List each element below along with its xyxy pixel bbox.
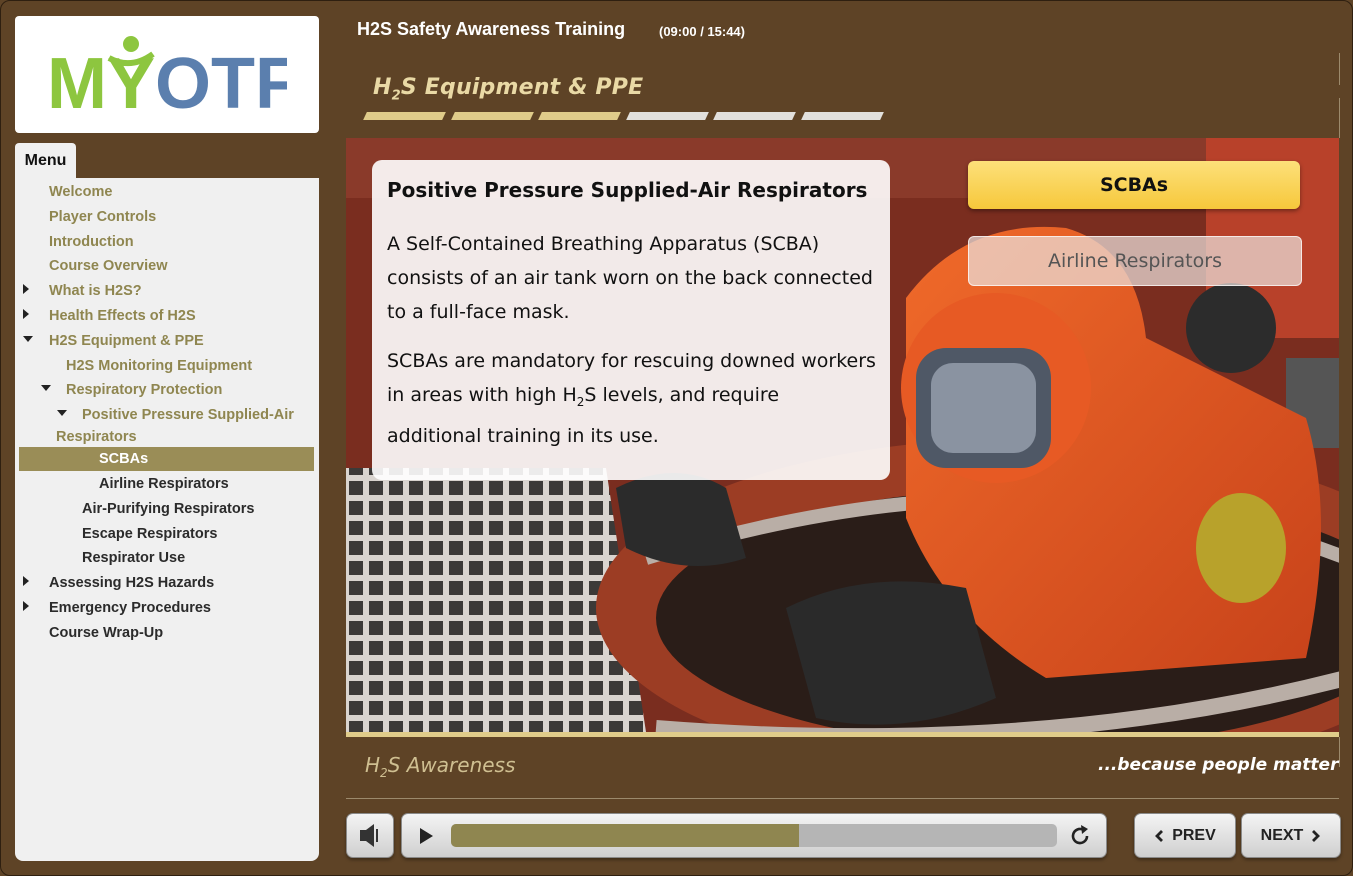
menu-item-label: Respiratory Protection bbox=[66, 382, 223, 399]
menu-item-label: Health Effects of H2S bbox=[49, 308, 196, 324]
slide-paragraph-2: SCBAs are mandatory for rescuing downed … bbox=[387, 350, 876, 447]
menu-item-label: Emergency Procedures bbox=[49, 600, 211, 616]
menu-item-label: Assessing H2S Hazards bbox=[49, 575, 215, 592]
play-icon[interactable] bbox=[416, 826, 436, 846]
myotf-logo-icon: MY OTF bbox=[47, 35, 287, 120]
menu-item-highlight bbox=[19, 447, 314, 472]
progress-dash-incomplete bbox=[713, 112, 796, 120]
menu-tab[interactable]: Menu bbox=[15, 143, 76, 178]
footer-tagline: ...because people matter bbox=[1098, 755, 1339, 775]
progress-dash-complete bbox=[538, 112, 621, 120]
menu-item-label: H2S Equipment & PPE bbox=[49, 332, 204, 349]
caret-right-icon[interactable] bbox=[23, 309, 29, 319]
chevron-right-icon bbox=[1312, 829, 1321, 842]
menu-panel: Welcome Player Controls Introduction Course… bbox=[15, 178, 319, 861]
slide-stage: Positive Pressure Supplied-Air Respirato… bbox=[346, 138, 1339, 732]
speaker-icon bbox=[360, 824, 378, 847]
progress-dash-complete bbox=[363, 112, 446, 120]
menu-item-label: Airline Respirators bbox=[99, 476, 229, 492]
footer-divider bbox=[346, 798, 1339, 799]
next-button[interactable]: NEXT bbox=[1241, 813, 1341, 858]
menu-item-label: Course Overview bbox=[49, 258, 168, 275]
volume-button[interactable] bbox=[346, 813, 394, 858]
menu-item-label: Player Controls bbox=[49, 208, 157, 225]
tab-scbas[interactable]: SCBAs bbox=[968, 161, 1300, 209]
replay-icon[interactable] bbox=[1068, 824, 1092, 848]
slide-divider bbox=[346, 732, 1339, 737]
playback-bar bbox=[401, 813, 1107, 858]
caret-right-icon[interactable] bbox=[23, 284, 29, 295]
progress-dash-incomplete bbox=[625, 112, 709, 120]
tab-airline-respirators[interactable]: Airline Respirators bbox=[968, 236, 1302, 286]
progress-dash-incomplete bbox=[800, 112, 884, 120]
caret-down-icon[interactable] bbox=[23, 335, 33, 342]
caret-right-icon[interactable] bbox=[23, 601, 29, 611]
svg-text:MY: MY bbox=[47, 44, 155, 120]
menu-item-label: Escape Respirators bbox=[82, 525, 218, 542]
svg-text:OTF: OTF bbox=[155, 44, 287, 120]
caret-right-icon[interactable] bbox=[23, 576, 29, 587]
menu-item-label: Respirator Use bbox=[82, 550, 186, 567]
progress-dash-complete bbox=[450, 112, 534, 120]
logo: MY OTF bbox=[15, 16, 319, 133]
seek-bar[interactable] bbox=[451, 824, 1057, 847]
menu-item-label-line2: Respirators bbox=[56, 429, 137, 446]
slide-paragraph-1: A Self-Contained Breathing Apparatus (SC… bbox=[387, 233, 873, 323]
slide-heading: Positive Pressure Supplied-Air Respirato… bbox=[387, 178, 868, 202]
footer-brand: H2S Awareness bbox=[365, 753, 516, 780]
menu-item-label: Course Wrap-Up bbox=[49, 624, 164, 641]
menu-item-label: H2S Monitoring Equipment bbox=[66, 357, 253, 374]
menu-item-label: Welcome bbox=[49, 184, 113, 200]
caret-down-icon[interactable] bbox=[41, 385, 51, 392]
seek-progress bbox=[451, 824, 800, 847]
menu-item-label: Introduction bbox=[49, 233, 134, 250]
menu-item-label: SCBAs bbox=[99, 451, 149, 468]
prev-label: PREV bbox=[1172, 826, 1216, 844]
course-title: H2S Safety Awareness Training bbox=[357, 19, 626, 39]
next-label: NEXT bbox=[1260, 826, 1304, 844]
section-title: H2S Equipment & PPE bbox=[373, 75, 644, 104]
menu-item-label: Air-Purifying Respirators bbox=[82, 500, 255, 517]
prev-button[interactable]: PREV bbox=[1134, 813, 1236, 858]
caret-down-icon[interactable] bbox=[57, 410, 67, 417]
course-time: (09:00 / 15:44) bbox=[659, 24, 745, 39]
content-card: Positive Pressure Supplied-Air Respirato… bbox=[372, 160, 890, 480]
menu-item-label: Positive Pressure Supplied-Air bbox=[82, 407, 294, 424]
menu-item-label: What is H2S? bbox=[49, 283, 142, 300]
chevron-left-icon bbox=[1155, 829, 1164, 842]
player-window: MY OTF Menu Welcome Player Controls Introd… bbox=[0, 0, 1353, 876]
